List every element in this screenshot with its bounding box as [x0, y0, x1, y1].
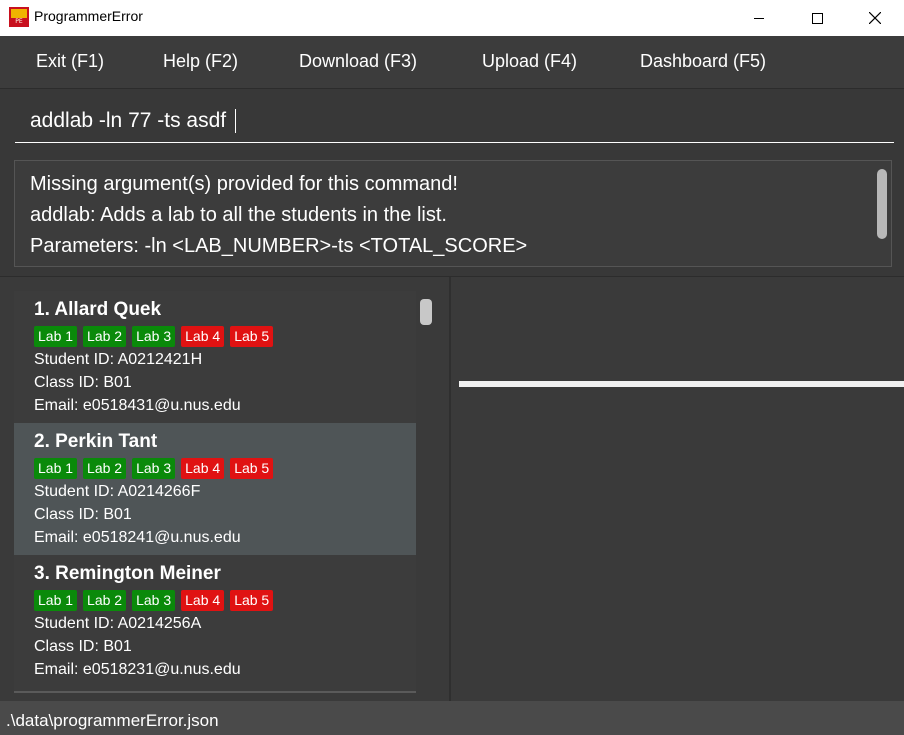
- student-name: 1. Allard Quek: [34, 299, 162, 320]
- close-icon: [869, 12, 881, 24]
- lab-tags: Lab 1 Lab 2 Lab 3 Lab 4 Lab 5: [34, 326, 274, 347]
- command-area: [0, 89, 904, 152]
- lab-tag: Lab 5: [230, 590, 274, 611]
- close-button[interactable]: [846, 0, 904, 36]
- student-name: 3. Remington Meiner: [34, 563, 221, 584]
- student-card[interactable]: 3. Remington Meiner Lab 1 Lab 2 Lab 3 La…: [14, 555, 416, 687]
- student-card[interactable]: 1. Allard Quek Lab 1 Lab 2 Lab 3 Lab 4 L…: [14, 291, 416, 423]
- student-email: Email: e0518431@u.nus.edu: [34, 397, 241, 414]
- lab-tag: Lab 2: [83, 326, 127, 347]
- class-id: Class ID: B01: [34, 638, 132, 655]
- lab-tag: Lab 1: [34, 590, 78, 611]
- result-line-2: addlab: Adds a lab to all the students i…: [30, 204, 447, 226]
- window-title: ProgrammerError: [34, 8, 143, 24]
- lab-tags: Lab 1 Lab 2 Lab 3 Lab 4 Lab 5: [34, 458, 274, 479]
- class-id: Class ID: B01: [34, 374, 132, 391]
- menu-bar: Exit (F1) Help (F2) Download (F3) Upload…: [0, 36, 904, 89]
- student-id: Student ID: A0212421H: [34, 351, 203, 368]
- lab-tag: Lab 1: [34, 458, 78, 479]
- result-display: Missing argument(s) provided for this co…: [14, 160, 892, 267]
- class-id: Class ID: B01: [34, 506, 132, 523]
- list-scrollbar[interactable]: [420, 299, 432, 325]
- student-id: Student ID: A0214256A: [34, 615, 202, 632]
- student-id: Student ID: A0214266F: [34, 483, 201, 500]
- title-bar: PE ProgrammerError: [0, 0, 904, 36]
- student-name: 2. Perkin Tant: [34, 431, 158, 452]
- lab-tag: Lab 3: [132, 326, 176, 347]
- minimize-button[interactable]: [730, 0, 788, 36]
- command-input[interactable]: [15, 99, 894, 143]
- menu-download[interactable]: Download (F3): [299, 51, 417, 72]
- lab-tag: Lab 3: [132, 458, 176, 479]
- student-email: Email: e0518241@u.nus.edu: [34, 529, 241, 546]
- detail-separator: [459, 381, 904, 387]
- menu-exit[interactable]: Exit (F1): [36, 51, 104, 72]
- menu-dashboard[interactable]: Dashboard (F5): [640, 51, 766, 72]
- lab-tag: Lab 4: [181, 326, 225, 347]
- lab-tag: Lab 5: [230, 458, 274, 479]
- student-email: Email: e0518231@u.nus.edu: [34, 661, 241, 678]
- status-bar: .\data\programmerError.json: [0, 701, 904, 735]
- lab-tag: Lab 4: [181, 458, 225, 479]
- main-pane: 1. Allard Quek Lab 1 Lab 2 Lab 3 Lab 4 L…: [0, 276, 904, 702]
- result-line-3: Parameters: -ln <LAB_NUMBER>-ts <TOTAL_S…: [30, 235, 528, 257]
- detail-pane: [451, 277, 904, 702]
- result-line-1: Missing argument(s) provided for this co…: [30, 173, 458, 195]
- result-scrollbar[interactable]: [877, 169, 887, 239]
- lab-tag: Lab 2: [83, 590, 127, 611]
- data-file-path: .\data\programmerError.json: [6, 711, 219, 730]
- result-area: Missing argument(s) provided for this co…: [0, 152, 904, 276]
- lab-tag: Lab 3: [132, 590, 176, 611]
- maximize-button[interactable]: [788, 0, 846, 36]
- app-logo-text: PE: [15, 18, 23, 25]
- student-card[interactable]: 2. Perkin Tant Lab 1 Lab 2 Lab 3 Lab 4 L…: [14, 423, 416, 555]
- lab-tag: Lab 1: [34, 326, 78, 347]
- lab-tag: Lab 5: [230, 326, 274, 347]
- lab-tag: Lab 2: [83, 458, 127, 479]
- lab-tags: Lab 1 Lab 2 Lab 3 Lab 4 Lab 5: [34, 590, 274, 611]
- lab-tag: Lab 4: [181, 590, 225, 611]
- text-caret: [235, 109, 236, 133]
- student-list[interactable]: 1. Allard Quek Lab 1 Lab 2 Lab 3 Lab 4 L…: [14, 291, 416, 693]
- menu-upload[interactable]: Upload (F4): [482, 51, 577, 72]
- menu-help[interactable]: Help (F2): [163, 51, 238, 72]
- app-logo-icon: PE: [9, 7, 29, 27]
